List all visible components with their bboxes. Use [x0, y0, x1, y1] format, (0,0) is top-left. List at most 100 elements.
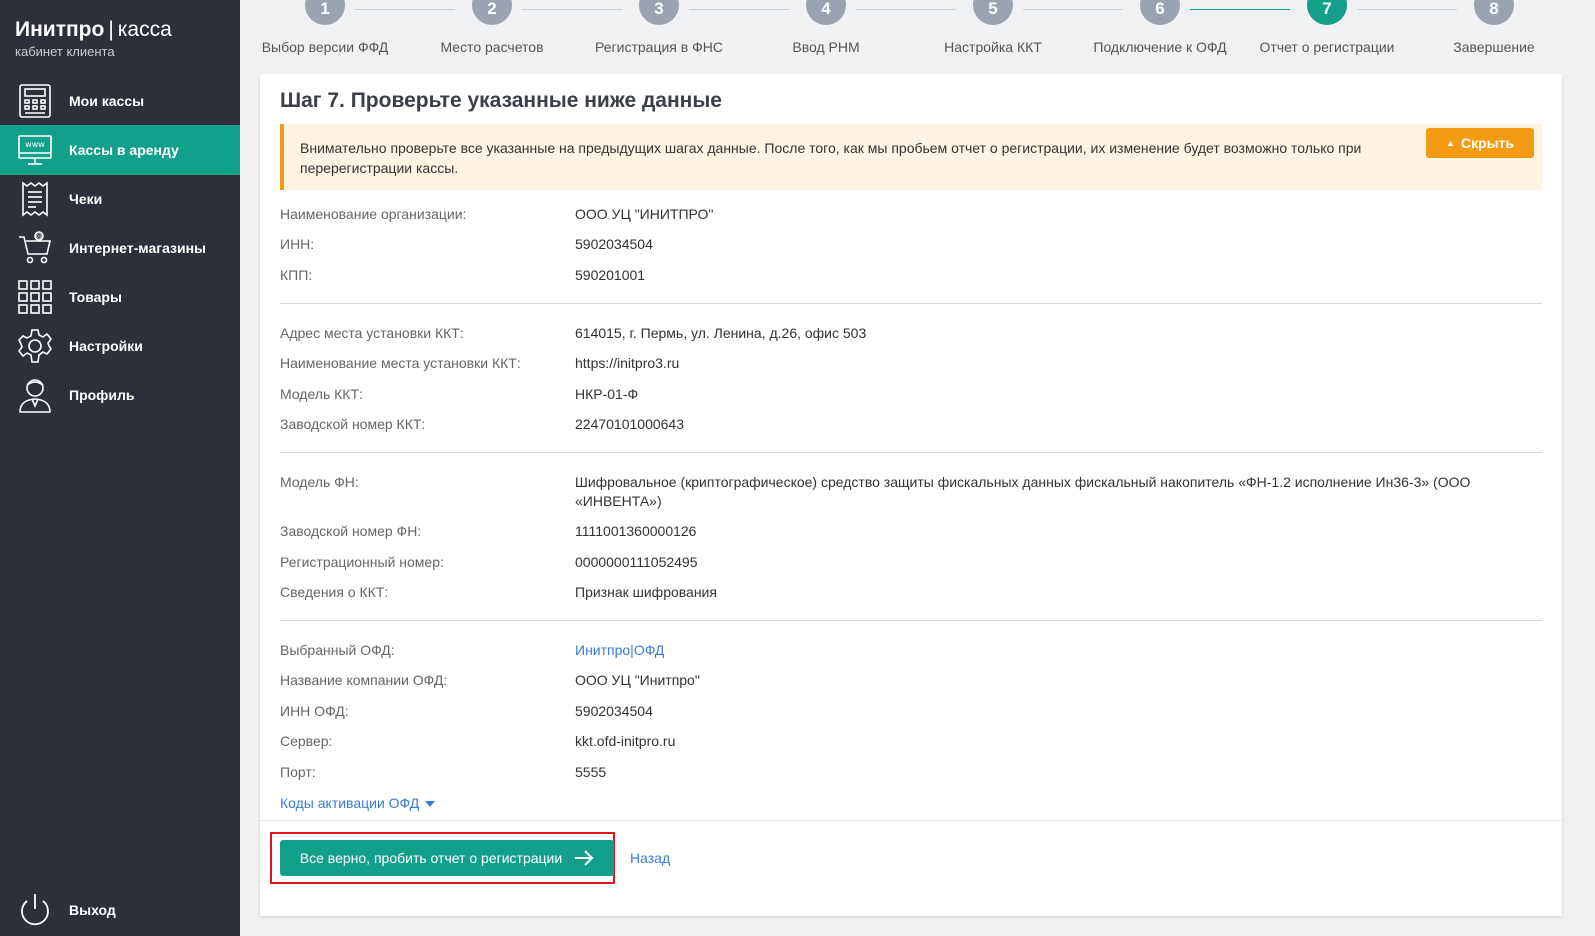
warning-alert: Внимательно проверьте все указанные на п…	[280, 124, 1542, 190]
row-label: ИНН:	[280, 236, 315, 252]
codes-link-label: Коды активации ОФД	[280, 795, 420, 811]
sidebar-item-profile[interactable]: Профиль	[0, 370, 240, 420]
stepper: 1 Выбор версии ФФД 2 Место расчетов 3 Ре…	[240, 0, 1595, 72]
row-label: Выбранный ОФД:	[280, 642, 395, 658]
gear-icon	[15, 326, 55, 366]
row-label: ИНН ОФД:	[280, 703, 349, 719]
row-value: 5555	[575, 764, 607, 780]
sidebar-item-label: Профиль	[69, 387, 135, 403]
row-label: Порт:	[280, 764, 316, 780]
row-value: 1111001360000126	[575, 523, 697, 539]
cash-register-icon	[15, 81, 55, 121]
row-label: Заводской номер ФН:	[280, 523, 422, 539]
alert-text: Внимательно проверьте все указанные на п…	[300, 140, 1362, 176]
brand-logo[interactable]: Инитпро | касса	[15, 17, 240, 43]
section-divider	[280, 452, 1542, 453]
user-icon	[15, 375, 55, 415]
step-number: 1	[305, 0, 345, 25]
step-number-active: 7	[1307, 0, 1347, 25]
brand-name: Инитпро	[15, 18, 105, 41]
row-value: НКР-01-Ф	[575, 386, 639, 402]
row-value: 5902034504	[575, 703, 653, 719]
ofd-link[interactable]: Инитпро|ОФД	[575, 641, 1542, 660]
sidebar-item-logout[interactable]: Выход	[0, 888, 240, 932]
row-label: Сервер:	[280, 733, 333, 749]
step-number: 4	[806, 0, 846, 25]
sidebar-item-online-shops[interactable]: @ Интернет-магазины	[0, 223, 240, 273]
sidebar-item-rent-cashboxes[interactable]: www Кассы в аренду	[0, 125, 240, 175]
page-title: Шаг 7. Проверьте указанные ниже данные	[280, 89, 722, 112]
step-label: Выбор версии ФФД	[261, 39, 389, 55]
submit-registration-report-button[interactable]: Все верно, пробить отчет о регистрации	[280, 840, 614, 876]
sidebar-item-label: Товары	[69, 289, 122, 305]
svg-text:@: @	[36, 233, 43, 241]
section-divider	[280, 303, 1542, 304]
power-icon	[15, 890, 55, 930]
step-connector	[689, 9, 789, 10]
row-label: Наименование места установки ККТ:	[280, 355, 521, 371]
ofd-activation-codes-toggle[interactable]: Коды активации ОФД	[280, 795, 436, 811]
step-number: 3	[639, 0, 679, 25]
registration-review-card: Шаг 7. Проверьте указанные ниже данные В…	[260, 74, 1562, 916]
step-label: Завершение	[1453, 39, 1535, 55]
step-label: Ввод РНМ	[792, 39, 860, 55]
triangle-up-icon: ▲	[1445, 138, 1455, 148]
step-number: 6	[1140, 0, 1180, 25]
sidebar-item-settings[interactable]: Настройки	[0, 321, 240, 371]
step-label: Отчет о регистрации	[1259, 39, 1395, 55]
row-label: Название компании ОФД:	[280, 672, 448, 688]
step-connector	[1190, 9, 1290, 10]
row-label: КПП:	[280, 267, 313, 283]
row-value: ООО УЦ "ИНИТПРО"	[575, 206, 714, 222]
sidebar-item-label: Мои кассы	[69, 93, 145, 109]
row-label: Модель ККТ:	[280, 386, 363, 402]
grid-icon	[15, 277, 55, 317]
row-value: 590201001	[575, 267, 646, 283]
row-value: kkt.ofd-initpro.ru	[575, 733, 676, 749]
brand-separator: |	[108, 18, 114, 41]
sidebar-item-goods[interactable]: Товары	[0, 272, 240, 322]
submit-label: Все верно, пробить отчет о регистрации	[299, 850, 563, 866]
receipt-icon	[15, 179, 55, 219]
sidebar-item-label: Кассы в аренду	[69, 142, 179, 158]
row-value: 5902034504	[575, 236, 653, 252]
svg-text:www: www	[25, 140, 45, 149]
row-label: Наименование организации:	[280, 206, 467, 222]
section-divider	[280, 620, 1542, 621]
row-value: Признак шифрования	[575, 584, 717, 600]
row-label: Регистрационный номер:	[280, 554, 444, 570]
monitor-www-icon: www	[15, 130, 55, 170]
cart-icon: @	[15, 228, 55, 268]
step-label: Настройка ККТ	[944, 39, 1042, 55]
row-label: Модель ФН:	[280, 474, 359, 490]
row-value: 614015, г. Пермь, ул. Ленина, д.26, офис…	[575, 325, 867, 341]
sidebar-item-label: Чеки	[69, 191, 103, 207]
step-number: 2	[472, 0, 512, 25]
step-label: Подключение к ОФД	[1093, 39, 1227, 55]
caret-down-icon	[425, 801, 436, 808]
brand-product: касса	[117, 18, 172, 41]
step-label: Место расчетов	[440, 39, 544, 55]
step-label: Регистрация в ФНС	[595, 39, 723, 55]
footer-divider	[260, 820, 1562, 821]
back-link[interactable]: Назад	[630, 850, 670, 866]
sidebar-item-my-cashboxes[interactable]: Мои кассы	[0, 76, 240, 126]
row-value: 22470101000643	[575, 416, 685, 432]
step-number: 5	[973, 0, 1013, 25]
sidebar-item-label: Настройки	[69, 338, 143, 354]
row-value: 0000000111052495	[575, 554, 698, 570]
row-label: Адрес места установки ККТ:	[280, 325, 464, 341]
sidebar: Инитпро | касса кабинет клиента Мои кассы …	[0, 0, 240, 936]
arrow-right-icon	[575, 850, 594, 866]
sidebar-item-receipts[interactable]: Чеки	[0, 174, 240, 224]
row-label: Сведения о ККТ:	[280, 584, 389, 600]
brand-subtitle: кабинет клиента	[15, 44, 115, 59]
hide-alert-button[interactable]: ▲ Скрыть	[1426, 128, 1534, 158]
hide-label: Скрыть	[1460, 135, 1514, 151]
step-number: 8	[1474, 0, 1514, 25]
step-connector	[856, 9, 956, 10]
row-value: https://initpro3.ru	[575, 355, 680, 371]
row-value: ООО УЦ "Инитпро"	[575, 672, 700, 688]
step-connector	[522, 9, 622, 10]
step-connector	[355, 9, 455, 10]
